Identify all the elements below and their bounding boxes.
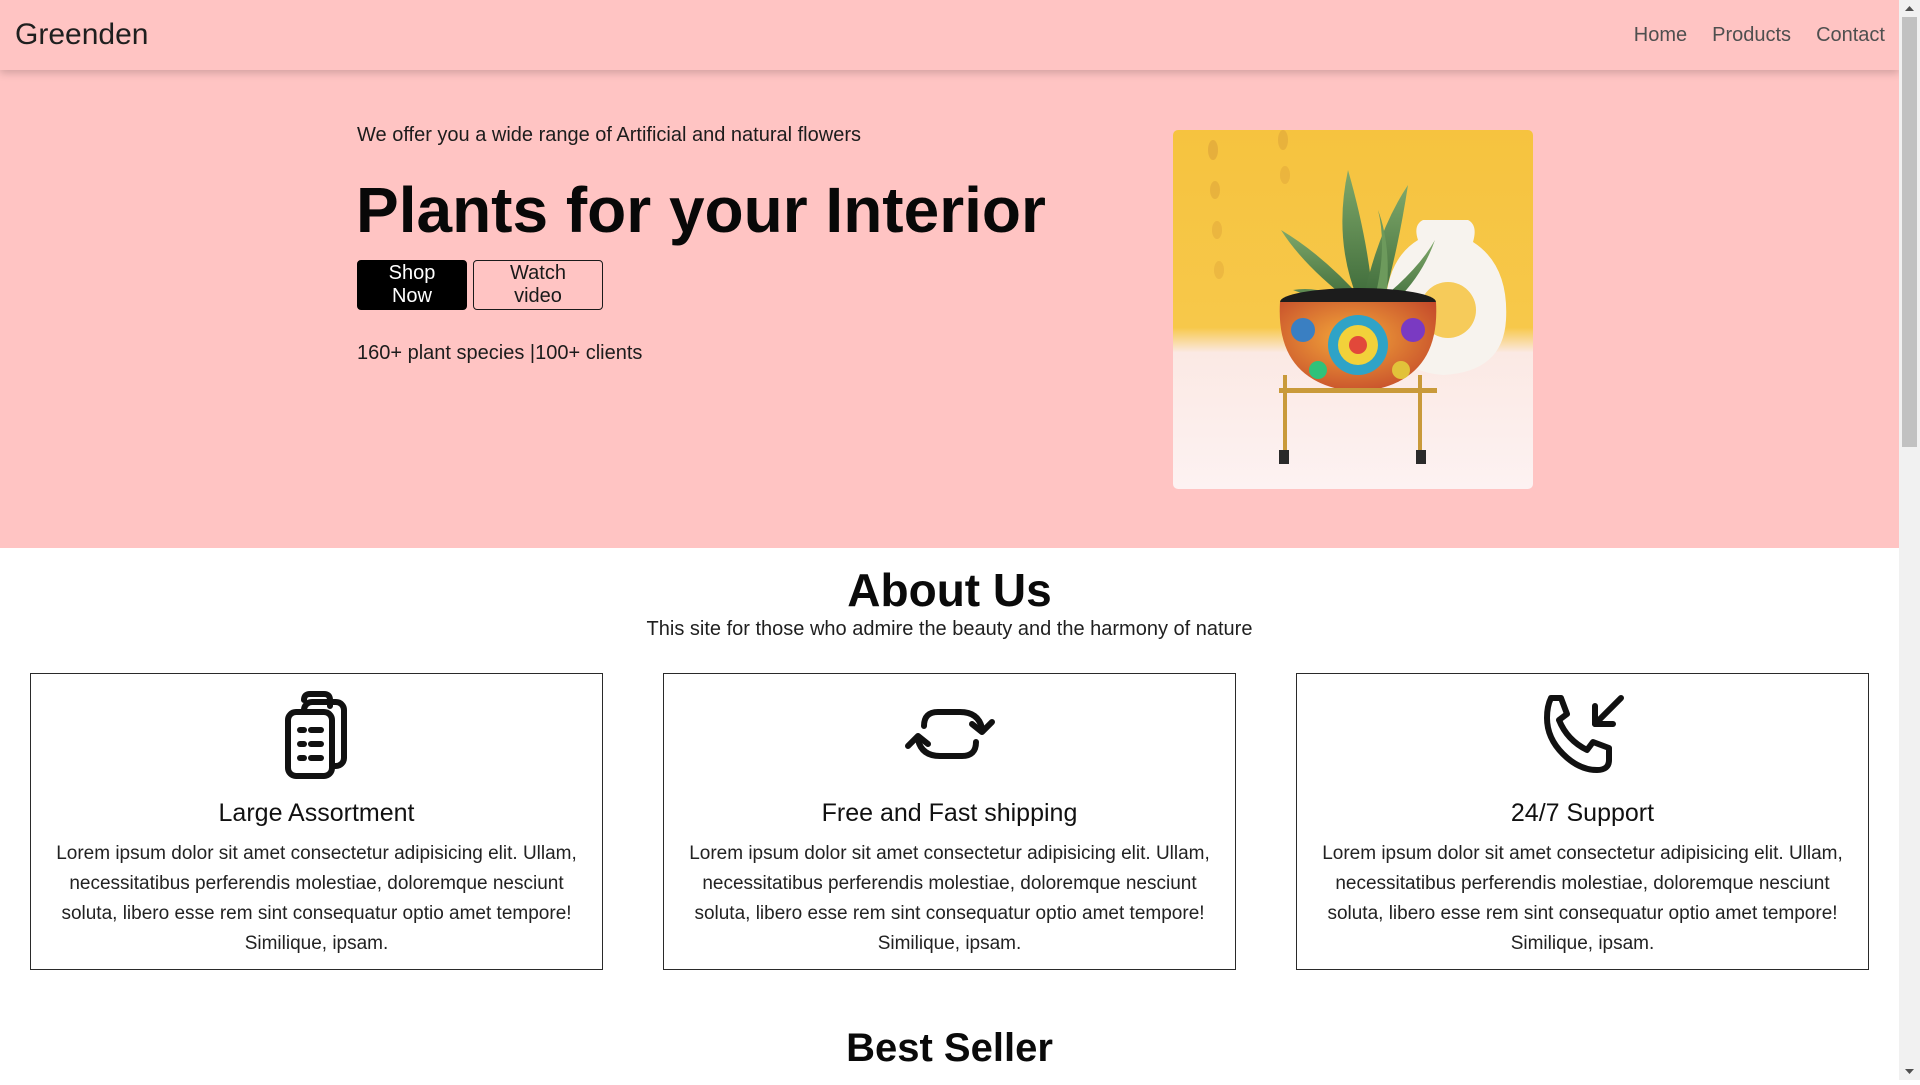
page: Greenden Home Products Contact We offer … — [0, 0, 1899, 1080]
card-text: Lorem ipsum dolor sit amet consectetur a… — [1322, 843, 1843, 954]
refresh-arrows-icon — [664, 688, 1235, 780]
best-seller-title: Best Seller — [846, 1026, 1053, 1070]
nav-link-home[interactable]: Home — [1634, 22, 1687, 48]
vertical-scrollbar[interactable] — [1899, 0, 1920, 1080]
brand-logo[interactable]: Greenden — [15, 17, 148, 53]
about-title: About Us — [847, 564, 1052, 616]
watch-video-button[interactable]: Watch video — [473, 260, 603, 310]
nav-link-contact[interactable]: Contact — [1816, 22, 1885, 48]
phone-incoming-icon — [1297, 688, 1868, 780]
feature-card-support: 24/7 Support Lorem ipsum dolor sit amet … — [1296, 673, 1869, 970]
clipboard-list-icon — [31, 688, 602, 780]
navbar: Greenden Home Products Contact — [0, 0, 1899, 70]
feature-card-assortment: Large Assortment Lorem ipsum dolor sit a… — [30, 673, 603, 970]
hero-stats: 160+ plant species |100+ clients — [357, 342, 643, 364]
hero-section: We offer you a wide range of Artificial … — [0, 70, 1899, 548]
about-subtitle: This site for those who admire the beaut… — [646, 618, 1253, 640]
scrollbar-thumb[interactable] — [1902, 17, 1917, 447]
card-text: Lorem ipsum dolor sit amet consectetur a… — [56, 843, 577, 954]
hero-buttons: Shop Now Watch video — [357, 260, 603, 310]
nav-link-products[interactable]: Products — [1712, 22, 1791, 48]
card-title: Large Assortment — [218, 799, 415, 827]
card-title: 24/7 Support — [1510, 799, 1655, 827]
hero-title: Plants for your Interior — [356, 174, 1046, 246]
card-title: Free and Fast shipping — [821, 799, 1078, 827]
scroll-up-arrow-icon[interactable] — [1899, 0, 1920, 17]
card-text: Lorem ipsum dolor sit amet consectetur a… — [689, 843, 1210, 954]
nav-links: Home Products Contact — [1634, 22, 1885, 48]
shop-now-button[interactable]: Shop Now — [357, 260, 467, 310]
scroll-down-arrow-icon[interactable] — [1899, 1063, 1920, 1080]
hero-subtitle: We offer you a wide range of Artificial … — [357, 124, 861, 146]
potted-plant-image — [1173, 130, 1533, 489]
feature-card-shipping: Free and Fast shipping Lorem ipsum dolor… — [663, 673, 1236, 970]
